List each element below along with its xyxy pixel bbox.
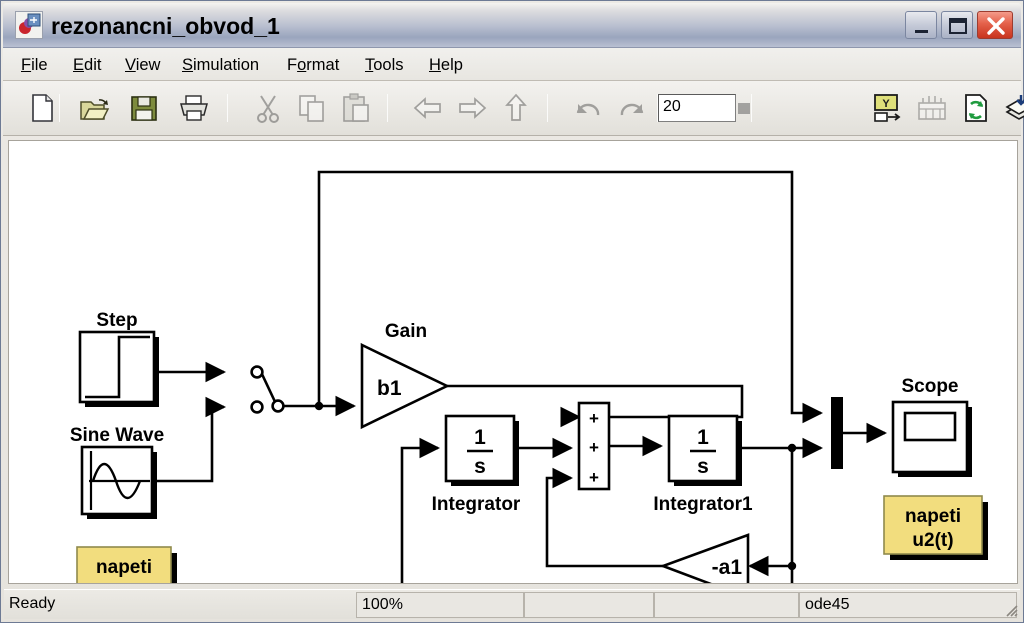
- arrow-up-icon: [499, 91, 533, 125]
- integrator-block-label: Integrator: [432, 494, 521, 515]
- arrow-right-icon: [455, 91, 489, 125]
- gain-block-label: Gain: [385, 321, 427, 342]
- sum-block[interactable]: + + +: [577, 401, 611, 491]
- open-folder-icon[interactable]: [77, 91, 111, 125]
- status-pane-4: [654, 592, 799, 618]
- library-browser-icon[interactable]: [1003, 91, 1024, 125]
- sum-input-sign-2: +: [589, 438, 599, 457]
- annotation-note-u2[interactable]: napeti u2(t): [883, 495, 988, 560]
- title-bar: rezonancni_obvod_1: [3, 3, 1021, 48]
- signal-junction-feedback: [787, 561, 797, 571]
- scope-block-label: Scope: [901, 376, 958, 397]
- svg-text:Y: Y: [882, 98, 890, 110]
- toolbar-separator: [751, 94, 752, 122]
- toolbar-separator: [227, 94, 228, 122]
- signal-junction-output: [787, 443, 797, 453]
- undo-icon: [571, 91, 605, 125]
- maximize-button[interactable]: [941, 11, 973, 39]
- annotation-note-u1-line2: u1(t): [103, 581, 144, 584]
- build-model-icon: [915, 91, 949, 125]
- manual-switch-block[interactable]: [250, 365, 285, 414]
- annotation-note-u2-line2: u2(t): [912, 530, 953, 551]
- arrow-left-icon: [411, 91, 445, 125]
- menu-item-tools[interactable]: Tools: [361, 54, 408, 76]
- block-diagram[interactable]: Step Sine Wave b1 Gain 1 s Integrator + …: [9, 141, 1018, 584]
- integrator1-denominator: s: [697, 455, 709, 478]
- sine-wave-block[interactable]: Sine Wave: [70, 425, 164, 519]
- annotation-note-u2-line1: napeti: [905, 506, 961, 527]
- annotation-note-u1-line1: napeti: [96, 557, 152, 578]
- signal-integrator1-to-gain2: [747, 448, 794, 577]
- annotation-note-u1[interactable]: napeti u1(t): [76, 546, 177, 584]
- model-canvas[interactable]: Step Sine Wave b1 Gain 1 s Integrator + …: [8, 140, 1018, 584]
- minimize-button[interactable]: [905, 11, 937, 39]
- gain-block[interactable]: b1 Gain: [360, 321, 450, 430]
- simulink-model-window: rezonancni_obvod_1 File Edit View Simula…: [0, 0, 1024, 623]
- signal-integrator1-to-gain1: [790, 566, 794, 583]
- signal-junction-switch: [314, 401, 324, 411]
- sum-input-sign-3: +: [589, 468, 599, 487]
- menu-item-edit[interactable]: Edit: [69, 54, 105, 76]
- save-icon[interactable]: [127, 91, 161, 125]
- gain-block-value: b1: [377, 377, 402, 400]
- manual-switch-terminal-bottom: [250, 400, 264, 414]
- menu-item-simulation[interactable]: Simulation: [178, 54, 263, 76]
- integrator1-block-label: Integrator1: [653, 494, 753, 515]
- menu-item-file[interactable]: File: [17, 54, 52, 76]
- menu-item-format[interactable]: Format: [283, 54, 343, 76]
- print-icon[interactable]: [177, 91, 211, 125]
- integrator1-block[interactable]: 1 s Integrator1: [653, 414, 753, 515]
- integrator-denominator: s: [474, 455, 486, 478]
- solver-name: ode45: [799, 592, 1017, 618]
- status-message: Ready: [9, 595, 56, 612]
- scope-signal-icon[interactable]: Y: [871, 91, 905, 125]
- new-model-icon[interactable]: [25, 91, 59, 125]
- toolbar: 20 Y: [3, 81, 1024, 136]
- redo-icon: [615, 91, 649, 125]
- gain2-block[interactable]: -a1 Gain2: [659, 533, 750, 584]
- step-block[interactable]: Step: [78, 310, 159, 407]
- sum-input-sign-1: +: [589, 409, 599, 428]
- window-title: rezonancni_obvod_1: [51, 13, 280, 39]
- paste-icon: [339, 91, 373, 125]
- resize-grip[interactable]: [1002, 601, 1018, 617]
- status-bar: Ready 100% ode45: [4, 589, 1020, 619]
- simulink-model-icon: [15, 11, 43, 39]
- toolbar-separator: [387, 94, 388, 122]
- zoom-level: 100%: [356, 592, 524, 618]
- scope-block[interactable]: Scope: [891, 376, 972, 477]
- menu-item-help[interactable]: Help: [425, 54, 467, 76]
- update-diagram-icon[interactable]: [959, 91, 993, 125]
- mux-block[interactable]: [831, 397, 843, 469]
- manual-switch-terminal-out: [271, 399, 285, 413]
- simulation-time-input[interactable]: 20: [658, 94, 736, 122]
- toolbar-separator: [547, 94, 548, 122]
- signal-gain1-to-integrator: [400, 437, 441, 583]
- menu-item-view[interactable]: View: [121, 54, 164, 76]
- toolbar-separator: [59, 94, 60, 122]
- gain2-block-value: -a1: [712, 556, 743, 579]
- sine-wave-block-label: Sine Wave: [70, 425, 164, 446]
- copy-icon: [295, 91, 329, 125]
- signal-gain2-to-sum: [545, 467, 663, 568]
- integrator-numerator: 1: [474, 426, 486, 449]
- close-button[interactable]: [977, 11, 1013, 39]
- status-pane-3: [524, 592, 654, 618]
- integrator-block[interactable]: 1 s Integrator: [432, 414, 521, 515]
- step-block-label: Step: [96, 310, 137, 331]
- menu-bar: File Edit View Simulation Format Tools H…: [3, 48, 1021, 81]
- integrator1-numerator: 1: [697, 426, 709, 449]
- cut-scissors-icon: [251, 91, 285, 125]
- manual-switch-terminal-top: [250, 365, 264, 379]
